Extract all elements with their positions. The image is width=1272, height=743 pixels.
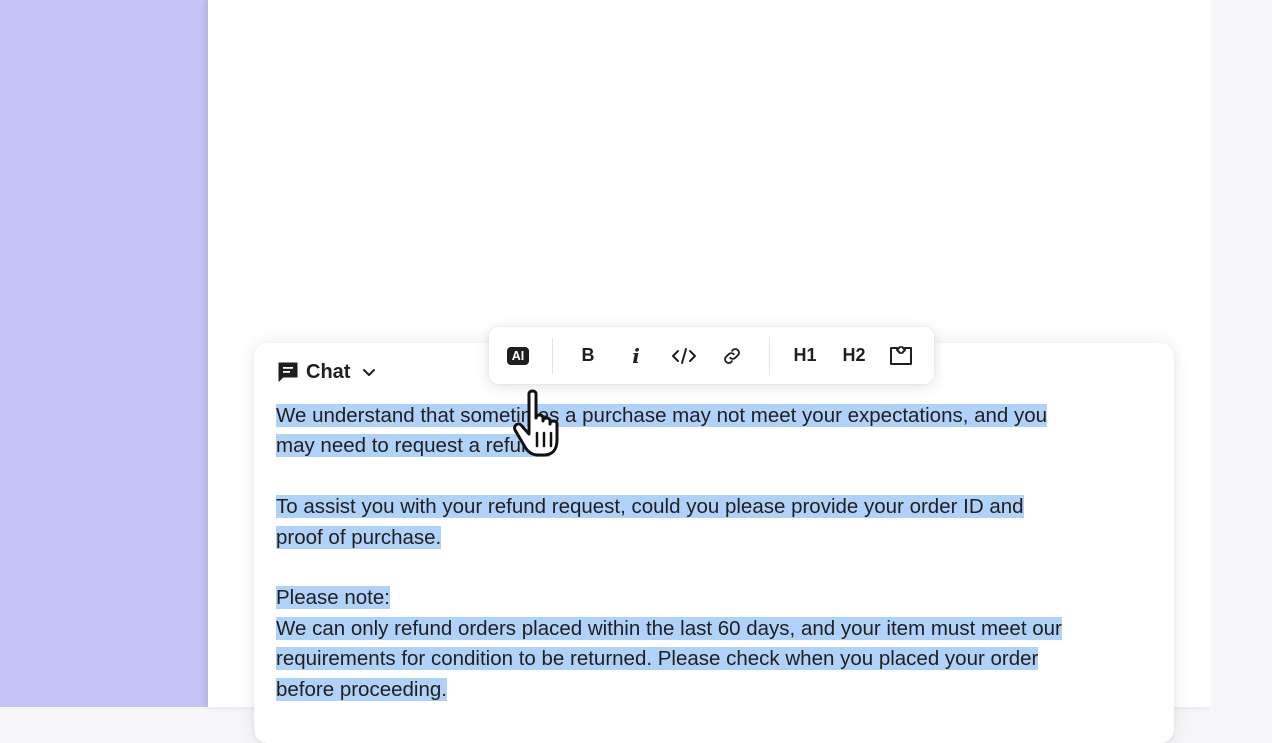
formatting-toolbar: AI B i H1 H2: [489, 327, 934, 384]
chevron-down-icon: [360, 363, 378, 381]
message-line: To assist you with your refund request, …: [276, 495, 1024, 519]
message-line: Please note:: [276, 586, 390, 610]
reply-composer[interactable]: Chat We understand that sometimes a purc…: [254, 343, 1174, 743]
ai-assist-button[interactable]: AI: [505, 336, 531, 376]
message-line: proof of purchase.: [276, 525, 442, 549]
code-button[interactable]: [670, 336, 698, 376]
embed-code-icon: [890, 345, 912, 365]
chat-bubble-icon: [276, 360, 300, 384]
italic-button[interactable]: i: [625, 336, 647, 376]
bold-button[interactable]: B: [577, 336, 599, 376]
message-line: We can only refund orders placed within …: [276, 616, 1062, 640]
right-background: [1211, 0, 1272, 707]
message-paragraph: Please note: We can only refund orders p…: [276, 583, 1156, 705]
message-line: before proceeding.: [276, 677, 447, 701]
message-paragraph: We understand that sometimes a purchase …: [276, 401, 1156, 462]
code-icon: [672, 347, 696, 364]
toolbar-divider: [769, 337, 770, 374]
link-button[interactable]: [720, 336, 744, 376]
message-line: requirements for condition to be returne…: [276, 647, 1039, 671]
link-icon: [724, 347, 740, 364]
hand-pointer-cursor-icon: [507, 388, 573, 460]
embed-button[interactable]: [888, 336, 914, 376]
message-line: We understand that sometimes a purchase …: [276, 404, 1048, 427]
channel-label: Chat: [306, 360, 351, 383]
heading-1-button[interactable]: H1: [791, 336, 819, 376]
message-body[interactable]: We understand that sometimes a purchase …: [276, 401, 1156, 705]
heading-2-button[interactable]: H2: [840, 336, 868, 376]
message-paragraph: To assist you with your refund request, …: [276, 492, 1156, 553]
left-background: [0, 0, 208, 707]
toolbar-divider: [552, 337, 553, 374]
channel-selector[interactable]: Chat: [276, 360, 378, 384]
ai-icon: AI: [506, 346, 530, 365]
